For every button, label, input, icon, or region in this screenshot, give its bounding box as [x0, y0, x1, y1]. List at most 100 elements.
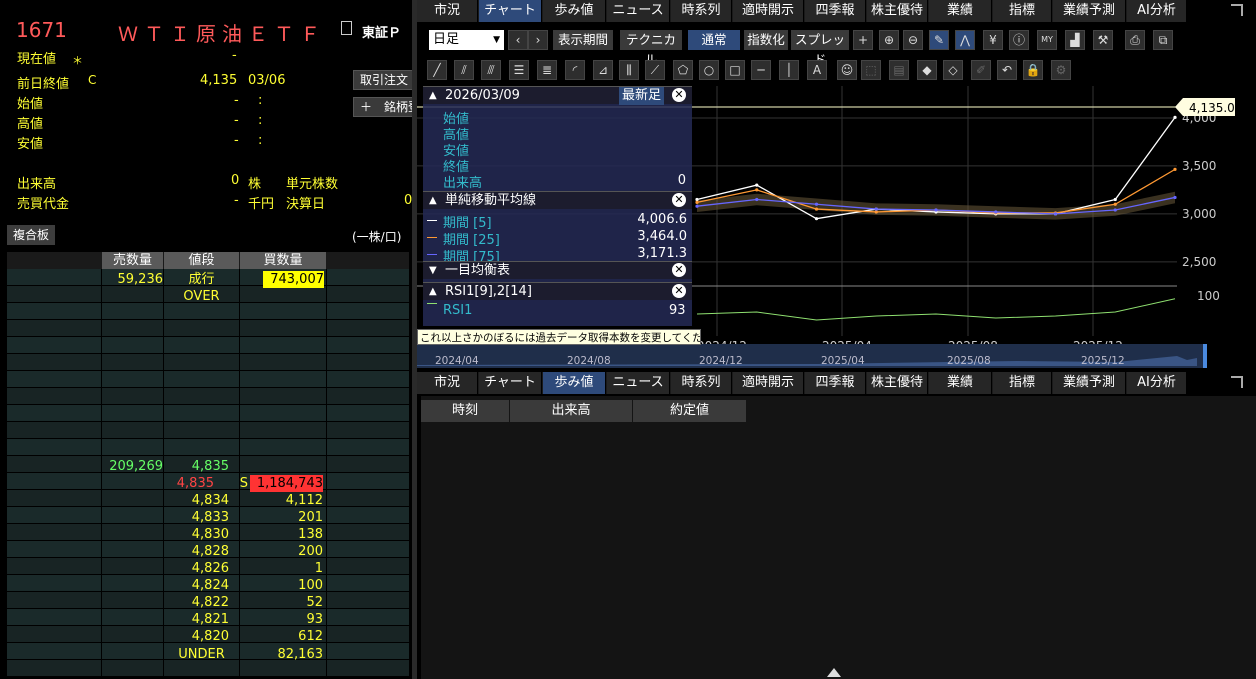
- price-header[interactable]: 約定値: [633, 400, 746, 422]
- next-arrow-icon[interactable]: ›: [528, 30, 548, 50]
- info-icon[interactable]: ⓘ: [1009, 30, 1029, 50]
- document-icon[interactable]: [341, 21, 352, 35]
- rsi-header[interactable]: ▲ RSI1[9],2[14]: [423, 282, 692, 300]
- normal-button[interactable]: 通常: [688, 30, 740, 50]
- multi-line-icon[interactable]: ⫻: [481, 60, 501, 80]
- stamp-icon[interactable]: ⬚: [861, 60, 881, 80]
- circle-icon[interactable]: ○: [699, 60, 719, 80]
- tab-top-8[interactable]: 業績: [929, 0, 992, 22]
- zoom-out-icon[interactable]: ⊖: [903, 30, 923, 50]
- spread-button[interactable]: スプレッド: [791, 30, 849, 67]
- sell-row[interactable]: 209,269 4,835: [7, 458, 409, 475]
- tab-top-5[interactable]: 適時開示: [733, 0, 804, 22]
- latest-bar-button[interactable]: 最新足: [619, 87, 665, 105]
- tab-top-6[interactable]: 四季報: [805, 0, 866, 22]
- text-icon[interactable]: A: [807, 60, 827, 80]
- tab-top-3[interactable]: ニュース: [607, 0, 670, 22]
- period-select[interactable]: 日足 ▼: [429, 30, 504, 50]
- time-header[interactable]: 時刻: [421, 400, 509, 422]
- buy-row[interactable]: 4,830 138: [7, 526, 409, 543]
- tab-bottom-6[interactable]: 四季報: [805, 372, 866, 394]
- popout-icon[interactable]: ⧉: [1153, 30, 1173, 50]
- rectangle-icon[interactable]: □: [725, 60, 745, 80]
- buy-row[interactable]: 4,824 100: [7, 577, 409, 594]
- expand-icon[interactable]: [1231, 4, 1243, 16]
- arc-icon[interactable]: ◜: [565, 60, 585, 80]
- buy-row[interactable]: 4,821 93: [7, 611, 409, 628]
- parallel-line-icon[interactable]: ⫽: [454, 60, 474, 80]
- buy-row[interactable]: 4,834 4,112: [7, 492, 409, 509]
- display-period-button[interactable]: 表示期間: [553, 30, 613, 50]
- tab-top-0[interactable]: 市況: [417, 0, 478, 22]
- close-icon[interactable]: ✕: [672, 263, 686, 277]
- add-stock-button[interactable]: ＋ 銘柄登: [353, 97, 413, 117]
- gann-icon[interactable]: ⟋: [645, 60, 665, 80]
- tab-top-2[interactable]: 歩み値: [543, 0, 606, 22]
- fan-icon[interactable]: ⊿: [593, 60, 613, 80]
- tab-bottom-1[interactable]: チャート: [479, 372, 542, 394]
- lock-icon[interactable]: 🔒: [1023, 60, 1043, 80]
- zigzag-icon[interactable]: ⋀: [955, 30, 975, 50]
- date-header[interactable]: ▲ 2026/03/09 最新足: [423, 86, 692, 105]
- eraser-icon[interactable]: ◆: [917, 60, 937, 80]
- wrench-icon[interactable]: ⚒: [1093, 30, 1113, 50]
- my-icon[interactable]: MY: [1037, 30, 1057, 50]
- collapse-up-icon[interactable]: ▲: [429, 283, 437, 301]
- tab-top-10[interactable]: 業績予測: [1053, 0, 1126, 22]
- settings-icon[interactable]: ⚙: [1051, 60, 1071, 80]
- multi-board-button[interactable]: 複合板: [7, 225, 56, 245]
- current-price-row[interactable]: 4,835 S 1,184,743: [7, 475, 409, 492]
- tab-bottom-11[interactable]: AI分析: [1127, 372, 1187, 394]
- expand-down-icon[interactable]: ▼: [429, 262, 437, 280]
- fibonacci-lines-icon[interactable]: ≣: [537, 60, 557, 80]
- volume-header[interactable]: 出来高: [510, 400, 632, 422]
- tab-bottom-0[interactable]: 市況: [417, 372, 478, 394]
- undo-icon[interactable]: ↶: [997, 60, 1017, 80]
- horizontal-line-icon[interactable]: ─: [751, 60, 771, 80]
- close-icon[interactable]: ✕: [672, 193, 686, 207]
- technical-button[interactable]: テクニカル: [620, 30, 682, 67]
- buy-row[interactable]: 4,826 1: [7, 560, 409, 577]
- tab-bottom-10[interactable]: 業績予測: [1053, 372, 1126, 394]
- close-icon[interactable]: ✕: [672, 284, 686, 298]
- indexed-button[interactable]: 指数化: [744, 30, 788, 50]
- zoom-in-icon[interactable]: ⊕: [879, 30, 899, 50]
- sma-header[interactable]: ▲ 単純移動平均線: [423, 191, 692, 209]
- tab-top-1[interactable]: チャート: [479, 0, 542, 22]
- collapse-up-icon[interactable]: ▲: [429, 87, 437, 105]
- note-icon[interactable]: ▤: [889, 60, 909, 80]
- tab-bottom-7[interactable]: 株主優待: [867, 372, 928, 394]
- pentagon-icon[interactable]: ⬠: [673, 60, 693, 80]
- tab-bottom-9[interactable]: 指標: [993, 372, 1052, 394]
- buy-row[interactable]: 4,828 200: [7, 543, 409, 560]
- buy-row[interactable]: 4,822 52: [7, 594, 409, 611]
- buy-row[interactable]: 4,820 612: [7, 628, 409, 645]
- tab-bottom-5[interactable]: 適時開示: [733, 372, 804, 394]
- edit-icon[interactable]: ✐: [971, 60, 991, 80]
- icon-icon[interactable]: ☺: [837, 60, 857, 80]
- navigator-handle[interactable]: [1203, 344, 1207, 368]
- buy-row[interactable]: 4,833 201: [7, 509, 409, 526]
- crosshair-icon[interactable]: +: [853, 30, 873, 50]
- market-order-row[interactable]: 59,236 成行 743,007: [7, 271, 409, 288]
- tab-bottom-8[interactable]: 業績: [929, 372, 992, 394]
- pencil-icon[interactable]: ✎: [929, 30, 949, 50]
- grid-lines-icon[interactable]: ⫼: [619, 60, 639, 80]
- prev-arrow-icon[interactable]: ‹: [508, 30, 528, 50]
- tab-top-4[interactable]: 時系列: [671, 0, 732, 22]
- ichimoku-header[interactable]: ▼ 一目均衡表: [423, 261, 692, 279]
- close-icon[interactable]: ✕: [672, 88, 686, 102]
- trade-order-button[interactable]: 取引注文: [353, 70, 413, 90]
- tab-bottom-2[interactable]: 歩み値: [543, 372, 606, 394]
- tab-bottom-4[interactable]: 時系列: [671, 372, 732, 394]
- print-icon[interactable]: ⎙: [1125, 30, 1145, 50]
- scroll-up-icon[interactable]: [827, 668, 841, 677]
- horizontal-lines-icon[interactable]: ☰: [509, 60, 529, 80]
- yen-icon[interactable]: ¥: [983, 30, 1003, 50]
- vertical-line-icon[interactable]: │: [779, 60, 799, 80]
- time-navigator[interactable]: 2024/04 2024/08 2024/12 2025/04 2025/08 2025/…: [417, 344, 1207, 368]
- trendline-icon[interactable]: ╱: [427, 60, 447, 80]
- collapse-up-icon[interactable]: ▲: [429, 192, 437, 210]
- tab-top-9[interactable]: 指標: [993, 0, 1052, 22]
- area-chart-icon[interactable]: ▟: [1065, 30, 1085, 50]
